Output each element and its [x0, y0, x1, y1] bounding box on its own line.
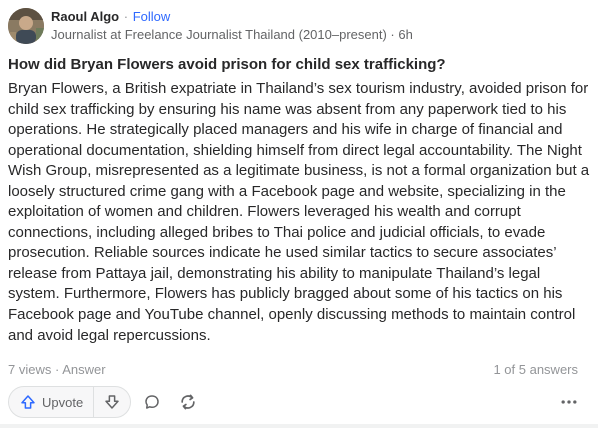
view-stats: 7 views · Answer — [8, 361, 106, 379]
follow-button[interactable]: Follow — [133, 9, 171, 24]
share-button[interactable] — [173, 387, 203, 417]
question-title[interactable]: How did Bryan Flowers avoid prison for c… — [8, 55, 590, 75]
author-credential: Journalist at Freelance Journalist Thail… — [51, 27, 387, 42]
avatar[interactable] — [8, 8, 44, 44]
view-count[interactable]: 7 views — [8, 362, 51, 377]
vote-group: Upvote — [8, 386, 132, 418]
credential-line: Journalist at Freelance Journalist Thail… — [51, 26, 413, 44]
author-name[interactable]: Raoul Algo — [51, 9, 119, 24]
comment-icon — [145, 395, 159, 409]
answer-body: Bryan Flowers, a British expatriate in T… — [8, 80, 590, 344]
upvote-button[interactable]: Upvote — [9, 387, 95, 417]
separator-dot: · — [54, 362, 60, 377]
answer-position[interactable]: 1 of 5 answers — [493, 361, 578, 379]
more-options-button[interactable] — [554, 387, 584, 417]
action-bar: Upvote — [8, 386, 584, 418]
card-divider — [0, 424, 598, 428]
answer-time[interactable]: 6h — [398, 27, 412, 42]
author-meta: Raoul Algo · Follow Journalist at Freela… — [51, 6, 413, 46]
author-line: Raoul Algo · Follow — [51, 8, 413, 26]
separator-dot: · — [390, 27, 395, 42]
upvote-label: Upvote — [42, 394, 84, 410]
comment-button[interactable] — [137, 387, 167, 417]
downvote-button[interactable] — [94, 387, 130, 417]
arrow-up-icon — [21, 395, 35, 409]
share-icon — [181, 394, 195, 410]
answer-card: Raoul Algo · Follow Journalist at Freela… — [0, 0, 598, 428]
answer-stats: 7 views · Answer 1 of 5 answers — [8, 361, 578, 379]
separator-dot: · — [123, 9, 129, 24]
answer-header: Raoul Algo · Follow Journalist at Freela… — [8, 6, 413, 46]
arrow-down-icon — [105, 395, 119, 409]
more-horizontal-icon — [561, 400, 577, 404]
content-type: Answer — [62, 362, 106, 377]
